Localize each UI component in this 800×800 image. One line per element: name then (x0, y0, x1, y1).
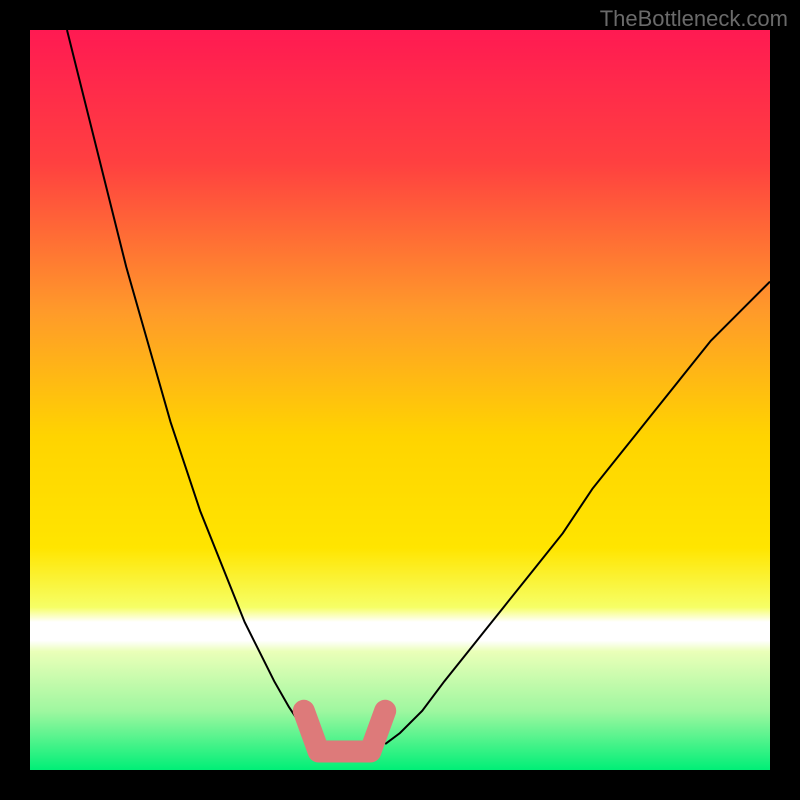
chart-svg (30, 30, 770, 770)
watermark-text: TheBottleneck.com (600, 6, 788, 32)
chart-background (30, 30, 770, 770)
plot-area (30, 30, 770, 770)
